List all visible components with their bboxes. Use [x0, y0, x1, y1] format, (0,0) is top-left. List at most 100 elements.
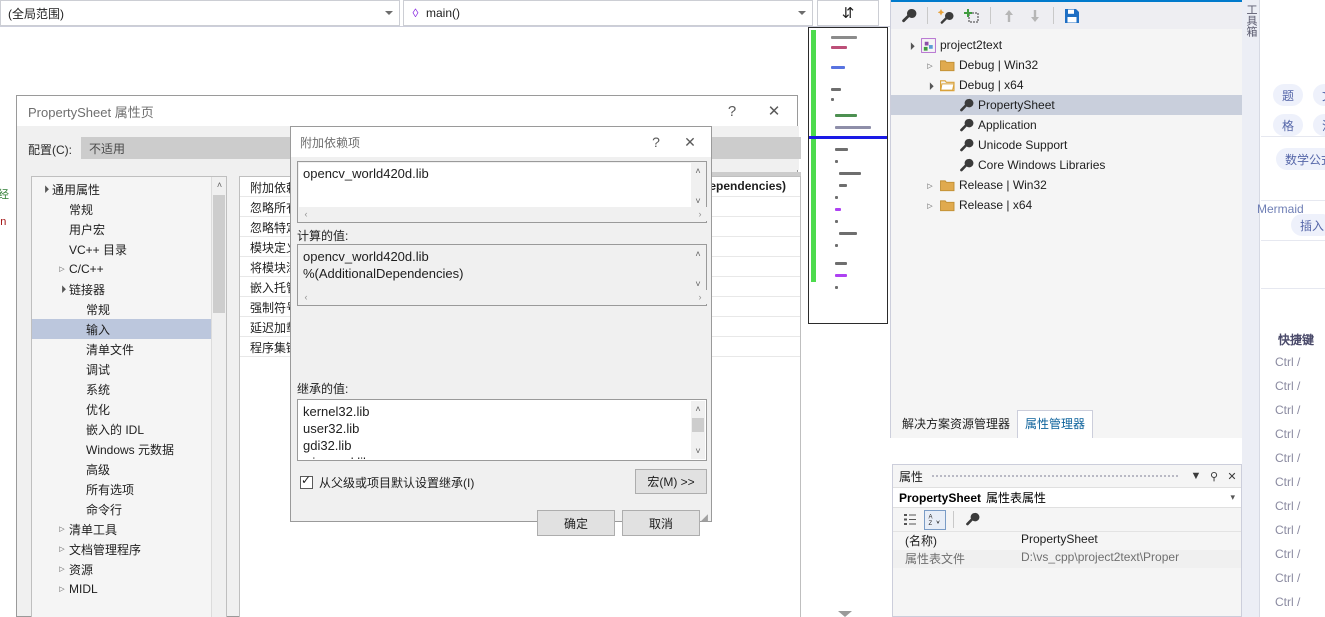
tree-expanded-icon[interactable]: ◢ — [54, 281, 70, 297]
properties-row-value[interactable]: PropertySheet — [1013, 532, 1241, 550]
properties-row[interactable]: (名称) PropertySheet — [893, 532, 1241, 550]
property-manager-row[interactable]: ▷ Release | Win32 — [891, 175, 1243, 195]
tree-collapsed-icon[interactable]: ▷ — [922, 181, 938, 190]
markdown-tool-chip[interactable]: 数学公式 — [1276, 148, 1325, 170]
tab-solution-explorer[interactable]: 解决方案资源管理器 — [895, 411, 1017, 438]
categorized-icon[interactable] — [899, 510, 921, 530]
scroll-up-arrow-icon[interactable]: ˄ — [691, 163, 705, 179]
new-property-sheet-icon[interactable] — [960, 5, 984, 27]
drag-handle[interactable] — [931, 474, 1179, 478]
tree-collapsed-icon[interactable]: ▷ — [55, 565, 69, 573]
category-tree-row[interactable]: 嵌入的 IDL — [32, 419, 212, 439]
properties-object-selector[interactable]: PropertySheet 属性表属性 ▾ — [893, 487, 1241, 508]
property-pages-icon[interactable] — [961, 510, 983, 530]
function-dropdown[interactable]: ◊ main() — [403, 0, 813, 26]
move-up-icon[interactable] — [997, 5, 1021, 27]
dependencies-vertical-scrollbar[interactable]: ˄ ˅ — [691, 163, 705, 209]
scroll-up-arrow-icon[interactable]: ˄ — [691, 246, 705, 262]
tree-expanded-icon[interactable]: ◢ — [903, 41, 919, 50]
property-manager-row[interactable]: Core Windows Libraries — [891, 155, 1243, 175]
scroll-up-arrow-icon[interactable]: ˄ — [691, 401, 705, 417]
category-tree-row[interactable]: 高级 — [32, 459, 212, 479]
category-tree-row[interactable]: ◢ 链接器 — [32, 279, 212, 299]
inherit-defaults-checkbox[interactable] — [300, 473, 313, 489]
category-tree-row[interactable]: 系统 — [32, 379, 212, 399]
modal-cancel-button[interactable]: 取消 — [622, 510, 700, 536]
add-property-sheet-icon[interactable] — [934, 5, 958, 27]
markdown-tool-chip[interactable]: 文 — [1313, 84, 1325, 106]
macros-button[interactable]: 宏(M) >> — [635, 469, 707, 494]
property-manager-row[interactable]: ◢ Debug | x64 — [891, 75, 1243, 95]
split-window-button[interactable]: ⇵ — [817, 0, 879, 26]
save-icon[interactable] — [1060, 5, 1084, 27]
markdown-tool-chip[interactable]: 插入 — [1291, 214, 1325, 236]
scroll-down-arrow-icon[interactable] — [838, 611, 852, 617]
category-tree-scrollbar[interactable]: ˄ ˅ — [211, 177, 226, 617]
markdown-tool-chip[interactable]: 格 — [1273, 114, 1304, 136]
chevron-down-icon[interactable]: ▼ — [1187, 465, 1205, 487]
scroll-up-arrow-icon[interactable]: ˄ — [212, 177, 226, 193]
property-manager-row[interactable]: ▷ Release | x64 — [891, 195, 1243, 215]
property-manager-row[interactable]: Unicode Support — [891, 135, 1243, 155]
category-tree-row[interactable]: 输入 — [32, 319, 212, 339]
category-tree-row[interactable]: 用户宏 — [32, 219, 212, 239]
help-icon[interactable]: ? — [641, 127, 671, 157]
inherited-vertical-scrollbar[interactable]: ˄ ˅ — [691, 401, 705, 459]
category-tree-row[interactable]: ▷ 文档管理程序 — [32, 539, 212, 559]
category-tree-row[interactable]: ▷ C/C++ — [32, 259, 212, 279]
markdown-tool-chip[interactable]: 注 — [1313, 114, 1325, 136]
modal-ok-button[interactable]: 确定 — [537, 510, 615, 536]
tree-collapsed-icon[interactable]: ▷ — [922, 61, 938, 70]
close-icon[interactable]: ✕ — [757, 96, 791, 126]
evaluated-vertical-scrollbar[interactable]: ˄ ˅ — [691, 246, 705, 292]
tree-expanded-icon[interactable]: ◢ — [37, 181, 53, 197]
category-tree-row[interactable]: 常规 — [32, 299, 212, 319]
markdown-tool-chip[interactable]: 题 — [1273, 84, 1304, 106]
mermaid-label[interactable]: Mermaid — [1257, 202, 1304, 216]
category-tree-row[interactable]: 优化 — [32, 399, 212, 419]
properties-grid[interactable]: (名称) PropertySheet 属性表文件 D:\vs_cpp\proje… — [893, 532, 1241, 568]
properties-row[interactable]: 属性表文件 D:\vs_cpp\project2text\Proper — [893, 550, 1241, 568]
scope-dropdown[interactable]: (全局范围) — [0, 0, 400, 26]
scrollbar-thumb[interactable] — [692, 418, 704, 432]
tree-collapsed-icon[interactable]: ▷ — [55, 265, 69, 273]
alphabetical-sort-icon[interactable]: A Z — [924, 509, 946, 530]
category-tree-row[interactable]: 所有选项 — [32, 479, 212, 499]
inherit-defaults-checkbox-row[interactable]: 从父级或项目默认设置继承(I) — [300, 473, 474, 491]
help-icon[interactable]: ? — [715, 96, 749, 126]
move-down-icon[interactable] — [1023, 5, 1047, 27]
tab-property-manager[interactable]: 属性管理器 — [1017, 410, 1094, 438]
property-manager-row[interactable]: Application — [891, 115, 1243, 135]
close-icon[interactable]: ✕ — [1223, 465, 1241, 487]
property-manager-row[interactable]: ◢ project2text — [891, 35, 1243, 55]
vertical-toolbox-rail[interactable]: 工具箱 — [1242, 0, 1260, 617]
scroll-down-arrow-icon[interactable]: ˅ — [691, 443, 705, 459]
close-icon[interactable]: ✕ — [675, 127, 705, 157]
tree-collapsed-icon[interactable]: ▷ — [55, 525, 69, 533]
wrench-icon[interactable] — [897, 5, 921, 27]
scroll-left-arrow-icon[interactable]: ‹ — [299, 207, 313, 221]
chevron-down-icon[interactable]: ▾ — [1230, 492, 1235, 503]
category-tree-row[interactable]: ▷ 资源 — [32, 559, 212, 579]
category-tree-row[interactable]: 命令行 — [32, 499, 212, 519]
property-sheet-category-tree[interactable]: ◢ 通用属性 常规 用户宏 VC++ 目录 ▷ C/C++ ◢ 链接器 常规 输入 清单文件 调试 系统优… — [31, 176, 227, 617]
tree-collapsed-icon[interactable]: ▷ — [922, 201, 938, 210]
property-manager-row[interactable]: ▷ Debug | Win32 — [891, 55, 1243, 75]
pin-icon[interactable]: ⚲ — [1205, 465, 1223, 487]
category-tree-row[interactable]: 常规 — [32, 199, 212, 219]
scroll-right-arrow-icon[interactable]: › — [693, 207, 707, 221]
code-minimap[interactable] — [808, 27, 888, 324]
modal-titlebar[interactable]: 附加依赖项 ? ✕ — [291, 127, 711, 157]
evaluated-horizontal-scrollbar[interactable]: ‹ › — [299, 290, 707, 304]
resize-handle-icon[interactable]: ◢ — [701, 512, 711, 522]
dependencies-horizontal-scrollbar[interactable]: ‹ › — [299, 207, 707, 221]
category-tree-row[interactable]: ◢ 通用属性 — [32, 179, 212, 199]
scroll-left-arrow-icon[interactable]: ‹ — [299, 290, 313, 304]
category-tree-row[interactable]: Windows 元数据 — [32, 439, 212, 459]
property-manager-tree[interactable]: ◢ project2text ▷ Debug | Win32 ◢ Debug | x64 P… — [891, 29, 1243, 410]
scrollbar-thumb[interactable] — [213, 195, 225, 313]
property-manager-row[interactable]: PropertySheet — [891, 95, 1243, 115]
properties-row-value[interactable]: D:\vs_cpp\project2text\Proper — [1013, 550, 1241, 568]
dependencies-input[interactable]: opencv_world420d.lib — [299, 163, 693, 209]
tree-expanded-icon[interactable]: ◢ — [922, 81, 938, 90]
